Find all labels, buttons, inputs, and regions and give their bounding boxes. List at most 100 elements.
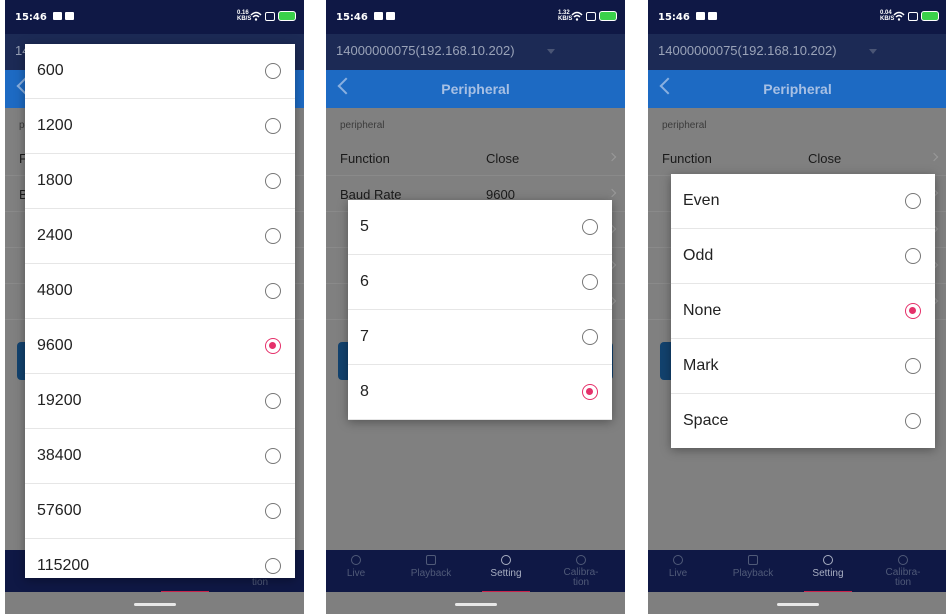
option-row[interactable]: Odd: [671, 229, 935, 284]
status-time: 15:46: [15, 12, 47, 23]
option-label: None: [683, 302, 722, 319]
net-speed: 0.04 KB/S: [880, 10, 895, 22]
option-row[interactable]: 6: [348, 255, 612, 310]
dropdown-caret-icon: [547, 49, 555, 54]
radio-button[interactable]: [265, 283, 281, 299]
nav-playback[interactable]: Playback: [401, 555, 461, 579]
radio-button[interactable]: [582, 274, 598, 290]
option-row[interactable]: Mark: [671, 339, 935, 394]
chevron-right-icon: [929, 152, 939, 162]
home-indicator[interactable]: [776, 603, 819, 606]
radio-button[interactable]: [905, 413, 921, 429]
radio-button[interactable]: [265, 228, 281, 244]
radio-button[interactable]: [265, 63, 281, 79]
device-label: 14000000075(192.168.10.202): [336, 43, 515, 58]
nav-playback[interactable]: Playback: [723, 555, 783, 579]
screen-icon: [265, 11, 275, 21]
radio-button[interactable]: [265, 503, 281, 519]
radio-button[interactable]: [265, 393, 281, 409]
nav-setting[interactable]: Setting: [476, 555, 536, 593]
nav-label: Calibra- tion: [885, 567, 921, 588]
option-label: Space: [683, 412, 729, 429]
nav-label: Live: [346, 568, 366, 579]
option-label: 7: [360, 328, 369, 345]
radio-button[interactable]: [265, 448, 281, 464]
nav-calibration[interactable]: Calibra- tion: [551, 555, 611, 588]
radio-button-selected[interactable]: [582, 384, 598, 400]
nav-label: Calibra- tion: [563, 567, 599, 588]
nav-label: Playback: [410, 568, 452, 579]
radio-button-selected[interactable]: [905, 303, 921, 319]
radio-button[interactable]: [905, 248, 921, 264]
setting-row-function[interactable]: Function Close: [326, 140, 625, 176]
chevron-right-icon: [607, 152, 617, 162]
setting-row-function[interactable]: Function Close: [648, 140, 946, 176]
calibration-icon: [898, 555, 908, 565]
radio-button[interactable]: [582, 329, 598, 345]
message-icon: [53, 12, 62, 20]
battery-icon: [278, 11, 296, 21]
radio-button-selected[interactable]: [265, 338, 281, 354]
option-row[interactable]: 38400: [25, 429, 295, 484]
option-row[interactable]: 7: [348, 310, 612, 365]
option-label: 57600: [37, 502, 82, 519]
calibration-icon: [576, 555, 586, 565]
option-row[interactable]: 2400: [25, 209, 295, 264]
message-icon: [374, 12, 383, 20]
option-label: 2400: [37, 227, 73, 244]
setting-value: Close: [808, 151, 842, 166]
option-label: 6: [360, 273, 369, 290]
option-row[interactable]: Even: [671, 174, 935, 229]
status-bar: 15:46 1.32 KB/S: [326, 0, 625, 34]
option-row[interactable]: 600: [25, 44, 295, 99]
bottom-nav: Live Playback Setting Calibra- tion: [326, 550, 625, 593]
home-indicator[interactable]: [454, 603, 497, 606]
playback-icon: [426, 555, 436, 565]
nav-calibration[interactable]: Calibra- tion: [873, 555, 933, 588]
radio-button[interactable]: [265, 173, 281, 189]
baud-rate-dialog: 600 1200 1800 2400 4800 9600 19200 38400…: [25, 44, 295, 578]
home-indicator[interactable]: [133, 603, 176, 606]
gear-icon: [823, 555, 833, 565]
radio-button[interactable]: [905, 358, 921, 374]
option-row[interactable]: 1200: [25, 99, 295, 154]
nav-label: Setting: [812, 568, 844, 579]
option-row[interactable]: 5: [348, 200, 612, 255]
option-row[interactable]: 115200: [25, 539, 295, 578]
live-icon: [351, 555, 361, 565]
option-row[interactable]: 9600: [25, 319, 295, 374]
radio-button[interactable]: [265, 118, 281, 134]
option-row[interactable]: 8: [348, 365, 612, 420]
option-row[interactable]: None: [671, 284, 935, 339]
notification-icons: [53, 12, 74, 20]
device-label: 14000000075(192.168.10.202): [658, 43, 837, 58]
mail-icon: [65, 12, 74, 20]
phone-screen-parity: 15:46 0.04 KB/S 14000000075(192.168.10.2…: [648, 0, 946, 614]
option-row[interactable]: 57600: [25, 484, 295, 539]
page-title: Peripheral: [763, 81, 832, 97]
radio-button[interactable]: [582, 219, 598, 235]
option-row[interactable]: 4800: [25, 264, 295, 319]
system-icons: 1.32 KB/S: [558, 10, 617, 22]
option-label: 38400: [37, 447, 82, 464]
nav-live[interactable]: Live: [326, 555, 386, 579]
option-label: 5: [360, 218, 369, 235]
option-label: 600: [37, 62, 64, 79]
option-label: Mark: [683, 357, 719, 374]
page-title: Peripheral: [441, 81, 510, 97]
radio-button[interactable]: [905, 193, 921, 209]
home-indicator-bar: [326, 592, 625, 614]
device-selector[interactable]: 14000000075(192.168.10.202): [648, 34, 946, 70]
option-row[interactable]: 1800: [25, 154, 295, 209]
radio-button[interactable]: [265, 558, 281, 574]
option-row[interactable]: Space: [671, 394, 935, 448]
option-label: Even: [683, 192, 720, 209]
parity-dialog: Even Odd None Mark Space: [671, 174, 935, 448]
option-row[interactable]: 19200: [25, 374, 295, 429]
device-selector[interactable]: 14000000075(192.168.10.202): [326, 34, 625, 70]
nav-live[interactable]: Live: [648, 555, 708, 579]
section-label: peripheral: [340, 120, 385, 131]
status-bar: 15:46 0.04 KB/S: [648, 0, 946, 34]
nav-setting[interactable]: Setting: [798, 555, 858, 593]
nav-label: Setting: [490, 568, 522, 579]
